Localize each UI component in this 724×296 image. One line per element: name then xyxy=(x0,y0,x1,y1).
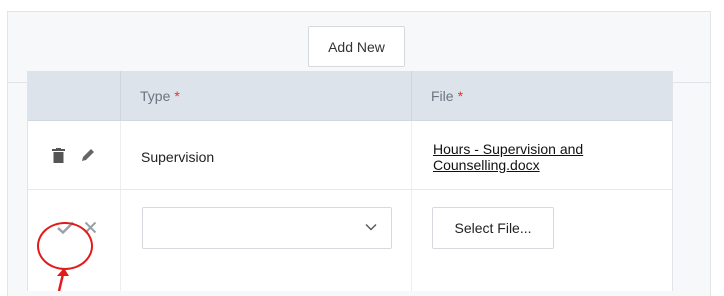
actions-column-header xyxy=(28,71,120,120)
table-header: Type * File * xyxy=(28,71,672,121)
type-column-header[interactable]: Type * xyxy=(120,71,411,120)
file-column-header[interactable]: File * xyxy=(411,71,672,120)
type-dropdown[interactable] xyxy=(142,207,392,249)
pencil-icon[interactable] xyxy=(81,148,95,162)
table-row: Supervision Hours - Supervision and Coun… xyxy=(28,121,672,190)
type-cell: Supervision xyxy=(141,149,215,165)
add-new-button[interactable]: Add New xyxy=(308,26,405,67)
file-column-label: File xyxy=(431,87,454,104)
edit-row: Select File... xyxy=(28,190,672,291)
trash-icon[interactable] xyxy=(52,148,65,163)
required-marker: * xyxy=(457,87,464,104)
type-column-label: Type xyxy=(140,87,171,104)
cell-divider xyxy=(120,190,121,291)
cell-divider xyxy=(411,121,412,189)
cell-divider xyxy=(411,190,412,291)
chevron-down-icon xyxy=(365,224,377,231)
required-marker: * xyxy=(174,87,180,104)
file-download-link[interactable]: Hours - Supervision and Counselling.docx xyxy=(433,141,653,173)
select-file-button[interactable]: Select File... xyxy=(432,207,554,249)
cell-divider xyxy=(120,121,121,189)
checkmark-icon[interactable] xyxy=(57,221,74,234)
close-icon[interactable] xyxy=(84,221,97,234)
attachments-table: Type * File * Supervision Hours - Superv… xyxy=(27,71,673,291)
